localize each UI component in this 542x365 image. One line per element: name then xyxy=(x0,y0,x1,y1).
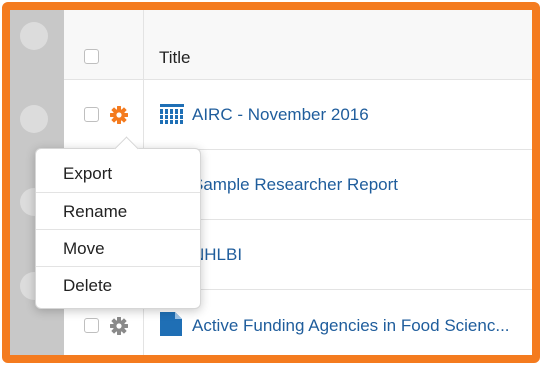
document-icon xyxy=(160,312,182,336)
menu-item-export[interactable]: Export xyxy=(36,155,200,192)
table-header: Title xyxy=(64,10,532,80)
report-title-link[interactable]: AIRC - November 2016 xyxy=(192,105,369,125)
grid-report-icon xyxy=(160,104,184,124)
context-menu: Export Rename Move Delete xyxy=(35,148,201,309)
menu-item-delete[interactable]: Delete xyxy=(36,266,200,303)
sidebar-dot xyxy=(20,22,48,50)
row-checkbox[interactable] xyxy=(84,107,99,122)
gear-icon[interactable] xyxy=(109,316,129,336)
report-title-link[interactable]: Sample Researcher Report xyxy=(192,175,398,195)
column-header-title[interactable]: Title xyxy=(159,48,191,68)
sidebar-dot xyxy=(20,105,48,133)
report-title-link[interactable]: Active Funding Agencies in Food Scienc..… xyxy=(192,316,510,336)
row-control-cell xyxy=(64,80,144,149)
menu-item-move[interactable]: Move xyxy=(36,229,200,266)
select-all-checkbox[interactable] xyxy=(84,49,99,64)
header-control-cell xyxy=(64,10,144,79)
screenshot-frame: Title AIRC - November 2016 Sample Resear… xyxy=(2,2,540,363)
gear-icon[interactable] xyxy=(109,105,129,125)
row-checkbox[interactable] xyxy=(84,318,99,333)
sidebar-dot xyxy=(20,355,48,363)
table-row[interactable]: AIRC - November 2016 xyxy=(64,80,532,150)
menu-item-rename[interactable]: Rename xyxy=(36,192,200,229)
